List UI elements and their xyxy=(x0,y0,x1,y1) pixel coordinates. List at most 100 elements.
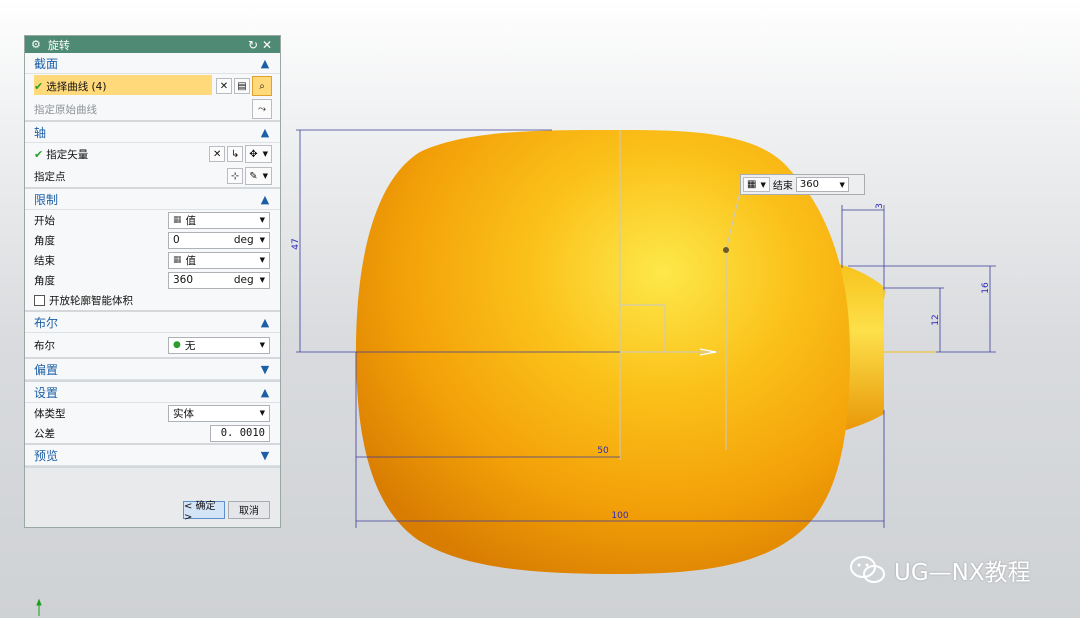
vector-icon: ✥ xyxy=(249,148,258,160)
sketch-icon[interactable]: ▤ xyxy=(234,78,250,94)
float-end-angle-input[interactable]: 360 ▼ xyxy=(795,177,849,192)
start-angle-row: 角度 0 deg ▼ xyxy=(25,230,280,250)
open-profile-label: 开放轮廓智能体积 xyxy=(49,294,133,307)
wcs-triad-icon xyxy=(36,598,42,616)
limits-group: 限制 ▲ 开始 ▦ 值 ▼ 角度 0 deg ▼ 结束 ▦ 值 ▼ 角度 360… xyxy=(25,189,280,312)
dialog-footer: < 确定 > 取消 xyxy=(25,492,280,527)
dim-50[interactable]: 50 xyxy=(597,446,609,456)
end-type-value: 值 xyxy=(185,254,197,267)
point-icon: ✎ xyxy=(249,170,258,182)
close-icon[interactable]: ✕ xyxy=(260,38,274,52)
float-end-angle-value: 360 xyxy=(799,179,819,190)
chevron-up-icon[interactable]: ▲ xyxy=(258,316,272,329)
vector-dialog-icon[interactable]: ↳ xyxy=(227,146,244,162)
section-header[interactable]: 截面 ▲ xyxy=(25,53,280,74)
dim-100[interactable]: 100 xyxy=(611,511,628,521)
body-type-select[interactable]: 实体 ▼ xyxy=(168,404,270,422)
chevron-down-icon: ▼ xyxy=(259,409,265,417)
end-row: 结束 ▦ 值 ▼ xyxy=(25,250,280,270)
boolean-none-icon: ● xyxy=(173,340,181,350)
chevron-down-icon[interactable]: ▼ xyxy=(258,363,272,376)
preview-group: 预览 ▼ xyxy=(25,445,280,468)
tolerance-row: 公差 0. 0010 xyxy=(25,423,280,443)
chevron-down-icon: ▼ xyxy=(259,276,265,284)
chevron-down-icon: ▼ xyxy=(259,256,265,264)
open-profile-row[interactable]: 开放轮廓智能体积 xyxy=(25,290,280,310)
handle-point xyxy=(723,247,729,253)
dim-16[interactable]: 16 xyxy=(981,282,991,294)
end-angle-row: 角度 360 deg ▼ xyxy=(25,270,280,290)
axis-title: 轴 xyxy=(34,125,47,140)
end-angle-input[interactable]: 360 deg ▼ xyxy=(168,271,270,289)
select-curve-icon[interactable]: ⌕ xyxy=(252,76,272,96)
limits-header[interactable]: 限制 ▲ xyxy=(25,189,280,210)
curve-rule-icon[interactable]: ✕ xyxy=(216,78,232,94)
gear-icon: ⚙ xyxy=(31,38,41,51)
start-type-select[interactable]: ▦ 值 ▼ xyxy=(168,211,270,229)
reset-icon[interactable]: ↻ xyxy=(246,38,260,52)
chevron-up-icon[interactable]: ▲ xyxy=(258,193,272,206)
dim-47[interactable]: 47 xyxy=(291,238,301,249)
chevron-down-icon: ▼ xyxy=(259,341,265,349)
revolve-dialog: ⚙ 旋转 ↻ ✕ 截面 ▲ ✔ 选择曲线 (4) ✕ ▤ ⌕ 指定原始曲线 ⤳ … xyxy=(24,35,281,528)
watermark-text: UG—NX教程 xyxy=(894,560,1031,586)
chevron-down-icon: ▼ xyxy=(259,216,265,224)
specify-point-label: 指定点 xyxy=(34,170,66,183)
dialog-title: 旋转 xyxy=(47,38,70,52)
value-icon: ▦ xyxy=(173,215,182,225)
body-type-row: 体类型 实体 ▼ xyxy=(25,403,280,423)
select-curve-row[interactable]: ✔ 选择曲线 (4) ✕ ▤ ⌕ xyxy=(25,74,280,98)
original-curve-label: 指定原始曲线 xyxy=(34,103,97,116)
dim-12[interactable]: 12 xyxy=(931,314,941,325)
preview-header[interactable]: 预览 ▼ xyxy=(25,445,280,466)
check-icon: ✔ xyxy=(34,147,44,161)
limits-title: 限制 xyxy=(34,192,59,207)
boolean-select[interactable]: ● 无 ▼ xyxy=(168,336,270,354)
section-title: 截面 xyxy=(34,56,59,71)
chevron-up-icon[interactable]: ▲ xyxy=(258,386,272,399)
dim-3[interactable]: 3 xyxy=(875,203,885,209)
settings-group: 设置 ▲ 体类型 实体 ▼ 公差 0. 0010 xyxy=(25,382,280,445)
original-curve-icon[interactable]: ⤳ xyxy=(252,99,272,119)
start-angle-value: 0 xyxy=(173,234,180,246)
end-angle-unit: deg xyxy=(233,274,254,286)
float-end-label: 结束 xyxy=(772,181,793,192)
reverse-direction-icon[interactable]: ✕ xyxy=(209,146,226,162)
start-type-value: 值 xyxy=(185,214,197,227)
point-dialog-icon[interactable]: ⊹ xyxy=(227,168,244,184)
settings-header[interactable]: 设置 ▲ xyxy=(25,382,280,403)
start-angle-input[interactable]: 0 deg ▼ xyxy=(168,231,270,249)
end-type-select[interactable]: ▦ 值 ▼ xyxy=(168,251,270,269)
value-icon: ▦ xyxy=(747,179,757,190)
point-type-dropdown[interactable]: ✎ ▼ xyxy=(245,167,272,185)
tolerance-input[interactable]: 0. 0010 xyxy=(210,424,270,442)
chevron-down-icon: ▼ xyxy=(839,180,845,189)
chevron-up-icon[interactable]: ▲ xyxy=(258,126,272,139)
settings-title: 设置 xyxy=(34,385,59,400)
boolean-value: 无 xyxy=(184,339,196,352)
axis-header[interactable]: 轴 ▲ xyxy=(25,122,280,143)
dialog-title-bar: ⚙ 旋转 ↻ ✕ xyxy=(25,36,280,53)
chevron-down-icon[interactable]: ▼ xyxy=(258,449,272,462)
open-profile-checkbox[interactable] xyxy=(34,294,45,306)
section-group: 截面 ▲ ✔ 选择曲线 (4) ✕ ▤ ⌕ 指定原始曲线 ⤳ xyxy=(25,53,280,122)
boolean-header[interactable]: 布尔 ▲ xyxy=(25,312,280,333)
end-angle-float-toolbar: ▦ ▼ 结束 360 ▼ xyxy=(740,174,865,195)
start-row: 开始 ▦ 值 ▼ xyxy=(25,210,280,230)
value-icon: ▦ xyxy=(173,255,182,265)
axis-group: 轴 ▲ ✔ 指定矢量 ✕ ↳ ✥ ▼ 指定点 ⊹ ✎ ▼ xyxy=(25,122,280,189)
chevron-down-icon: ▼ xyxy=(760,180,766,189)
vector-type-dropdown[interactable]: ✥ ▼ xyxy=(245,145,272,163)
chevron-up-icon[interactable]: ▲ xyxy=(258,57,272,70)
specify-vector-row[interactable]: ✔ 指定矢量 ✕ ↳ ✥ ▼ xyxy=(25,143,280,165)
offset-title: 偏置 xyxy=(34,362,59,377)
ok-button[interactable]: < 确定 > xyxy=(183,500,225,523)
cancel-button[interactable]: 取消 xyxy=(228,500,270,519)
original-curve-row[interactable]: 指定原始曲线 ⤳ xyxy=(25,98,280,120)
boolean-row: 布尔 ● 无 ▼ xyxy=(25,333,280,357)
offset-header[interactable]: 偏置 ▼ xyxy=(25,359,280,380)
preview-title: 预览 xyxy=(34,448,59,463)
chevron-down-icon: ▼ xyxy=(262,172,268,180)
value-type-dropdown[interactable]: ▦ ▼ xyxy=(743,177,770,192)
specify-point-row[interactable]: 指定点 ⊹ ✎ ▼ xyxy=(25,165,280,187)
